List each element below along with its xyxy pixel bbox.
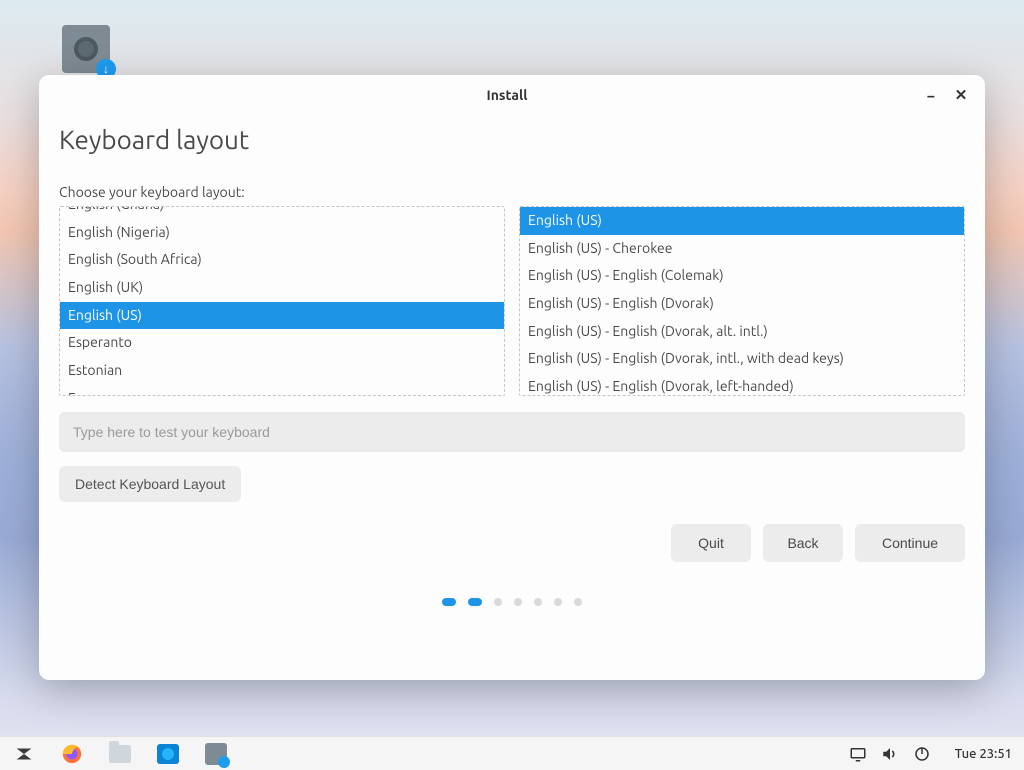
list-item[interactable]: Estonian (60, 357, 504, 385)
list-item[interactable]: English (US) (60, 302, 504, 330)
titlebar: Install − ✕ (39, 75, 985, 115)
layout-language-list[interactable]: English (Ghana)English (Nigeria)English … (59, 206, 505, 396)
taskbar-system: Tue 23:51 (849, 745, 1012, 763)
window-close-button[interactable]: ✕ (951, 86, 971, 104)
list-item[interactable]: English (US) (520, 207, 964, 235)
back-button[interactable]: Back (763, 524, 843, 562)
page-title: Keyboard layout (59, 125, 965, 154)
layout-lists: English (Ghana)English (Nigeria)English … (59, 206, 965, 396)
progress-dot (442, 598, 456, 606)
keyboard-test-input[interactable] (59, 412, 965, 452)
list-item[interactable]: English (South Africa) (60, 246, 504, 274)
firefox-icon[interactable] (60, 742, 84, 766)
window-minimize-button[interactable]: − (921, 87, 941, 104)
progress-dot (514, 598, 522, 606)
software-store-icon[interactable] (156, 742, 180, 766)
progress-dot (468, 598, 482, 606)
list-item[interactable]: English (Nigeria) (60, 219, 504, 247)
nav-buttons: Quit Back Continue (59, 524, 965, 562)
progress-dot (574, 598, 582, 606)
list-item[interactable]: English (US) - Cherokee (520, 235, 964, 263)
files-icon[interactable] (108, 742, 132, 766)
desktop-installer-icon[interactable]: ↓ (62, 25, 110, 73)
power-icon[interactable] (913, 745, 931, 763)
progress-dots (59, 562, 965, 624)
taskbar-apps (12, 742, 228, 766)
detect-layout-button[interactable]: Detect Keyboard Layout (59, 466, 241, 502)
list-item[interactable]: English (US) - English (Dvorak, left-han… (520, 373, 964, 396)
continue-button[interactable]: Continue (855, 524, 965, 562)
progress-dot (494, 598, 502, 606)
progress-dot (554, 598, 562, 606)
installer-window: Install − ✕ Keyboard layout Choose your … (39, 75, 985, 680)
list-item[interactable]: English (Ghana) (60, 206, 504, 219)
list-item[interactable]: English (US) - English (Dvorak, alt. int… (520, 318, 964, 346)
disc-icon (74, 37, 98, 61)
list-item[interactable]: Esperanto (60, 329, 504, 357)
list-item[interactable]: English (UK) (60, 274, 504, 302)
progress-dot (534, 598, 542, 606)
list-item[interactable]: English (US) - English (Dvorak) (520, 290, 964, 318)
list-item[interactable]: English (US) - English (Colemak) (520, 262, 964, 290)
quit-button[interactable]: Quit (671, 524, 751, 562)
volume-icon[interactable] (881, 745, 899, 763)
list-item[interactable]: Faroese (60, 385, 504, 396)
clock[interactable]: Tue 23:51 (955, 747, 1012, 761)
zorin-menu-icon[interactable] (12, 742, 36, 766)
display-icon[interactable] (849, 745, 867, 763)
taskbar: Tue 23:51 (0, 736, 1024, 770)
window-title: Install (93, 87, 921, 103)
content-area: Keyboard layout Choose your keyboard lay… (39, 115, 985, 680)
prompt-label: Choose your keyboard layout: (59, 184, 965, 200)
installer-taskbar-icon[interactable] (204, 742, 228, 766)
layout-variant-list[interactable]: English (US)English (US) - CherokeeEngli… (519, 206, 965, 396)
list-item[interactable]: English (US) - English (Dvorak, intl., w… (520, 345, 964, 373)
